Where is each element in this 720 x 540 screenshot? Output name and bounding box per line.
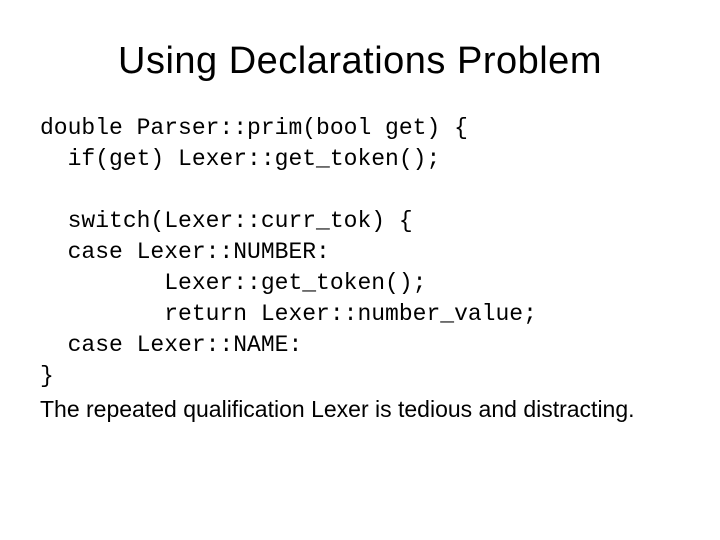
code-block: double Parser::prim(bool get) { if(get) …: [40, 113, 680, 392]
slide-note: The repeated qualification Lexer is tedi…: [40, 394, 680, 425]
slide-title: Using Declarations Problem: [40, 40, 680, 83]
slide: Using Declarations Problem double Parser…: [0, 0, 720, 540]
